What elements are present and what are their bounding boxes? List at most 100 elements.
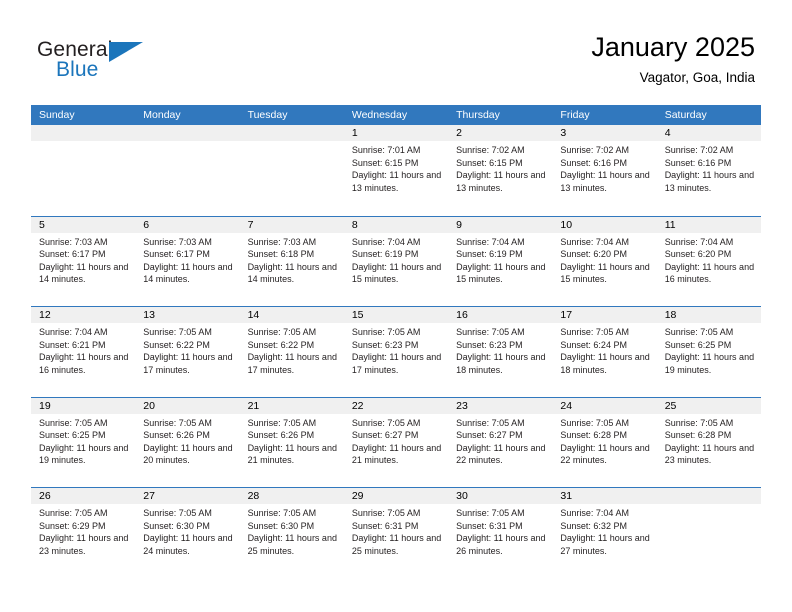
daylight-text: Daylight: 11 hours and 19 minutes. xyxy=(664,352,755,375)
triangle-icon xyxy=(109,42,143,62)
day-details: Sunrise: 7:05 AM Sunset: 6:28 PM Daylight:… xyxy=(657,414,761,467)
calendar-day-cell[interactable]: 25 Sunrise: 7:05 AM Sunset: 6:28 PM Dayligh… xyxy=(656,397,761,487)
daylight-text: Daylight: 11 hours and 23 minutes. xyxy=(664,442,755,466)
calendar-day-cell[interactable]: 21 Sunrise: 7:05 AM Sunset: 6:26 PM Dayligh… xyxy=(239,397,344,487)
calendar-day-cell[interactable]: 31 Sunrise: 7:04 AM Sunset: 6:32 PM Dayligh… xyxy=(552,488,657,578)
daylight-text: Daylight: 11 hours and 21 minutes. xyxy=(351,442,442,466)
sunrise-text: Sunrise: 7:05 AM xyxy=(456,327,525,337)
sunrise-text: Sunrise: 7:05 AM xyxy=(351,417,421,428)
page-title: January 2025 xyxy=(591,32,755,62)
calendar-day-cell[interactable]: 19 Sunrise: 7:05 AM Sunset: 6:25 PM Dayligh… xyxy=(31,397,136,487)
sunrise-text: Sunrise: 7:05 AM xyxy=(247,417,317,428)
calendar-day-cell[interactable]: 29 Sunrise: 7:05 AM Sunset: 6:31 PM Dayligh… xyxy=(343,488,449,578)
daylight-text: Daylight: 11 hours and 27 minutes. xyxy=(560,533,650,556)
day-number: 8 xyxy=(343,216,449,233)
calendar-day-cell[interactable]: 30 Sunrise: 7:05 AM Sunset: 6:31 PM Dayligh… xyxy=(448,488,553,578)
calendar-day-cell[interactable]: 22 Sunrise: 7:05 AM Sunset: 6:27 PM Dayligh… xyxy=(343,397,449,487)
weekday-header-wednesday: Wednesday xyxy=(351,109,408,121)
sunrise-text: Sunrise: 7:03 AM xyxy=(39,236,108,247)
calendar-day-cell[interactable]: 6 Sunrise: 7:03 AM Sunset: 6:17 PM Daylight… xyxy=(135,216,240,306)
calendar-day-cell[interactable]: 10 Sunrise: 7:04 AM Sunset: 6:20 PM Dayligh… xyxy=(552,216,657,306)
calendar-day-cell[interactable]: 24 Sunrise: 7:05 AM Sunset: 6:28 PM Dayligh… xyxy=(552,397,657,487)
day-details: Sunrise: 7:05 AM Sunset: 6:31 PM Daylight:… xyxy=(448,504,552,557)
calendar-day-cell[interactable]: 18 Sunrise: 7:05 AM Sunset: 6:25 PM Dayligh… xyxy=(656,307,761,397)
calendar-day-cell[interactable]: 16 Sunrise: 7:05 AM Sunset: 6:23 PM Dayligh… xyxy=(448,307,553,397)
sunrise-text: Sunrise: 7:01 AM xyxy=(351,145,421,155)
sunset-text: Sunset: 6:30 PM xyxy=(143,520,210,531)
weekday-header-friday: Friday xyxy=(560,109,590,121)
sunset-text: Sunset: 6:29 PM xyxy=(39,520,106,531)
day-number: 4 xyxy=(656,125,761,141)
day-number: 29 xyxy=(343,488,449,504)
calendar-day-cell[interactable]: 15 Sunrise: 7:05 AM Sunset: 6:23 PM Dayligh… xyxy=(343,307,449,397)
calendar-day-cell[interactable]: 28 Sunrise: 7:05 AM Sunset: 6:30 PM Dayligh… xyxy=(239,488,344,578)
daylight-text: Daylight: 11 hours and 25 minutes. xyxy=(247,533,337,556)
day-number: 5 xyxy=(31,216,136,233)
calendar-day-cell[interactable]: 3 Sunrise: 7:02 AM Sunset: 6:16 PM Daylight… xyxy=(552,125,657,216)
day-details: Sunrise: 7:05 AM Sunset: 6:30 PM Daylight:… xyxy=(240,504,344,557)
daylight-text: Daylight: 11 hours and 26 minutes. xyxy=(456,533,546,556)
sunset-text: Sunset: 6:22 PM xyxy=(143,339,210,350)
day-number: 16 xyxy=(448,307,553,323)
weekday-header-thursday: Thursday xyxy=(456,109,500,121)
day-details: Sunrise: 7:05 AM Sunset: 6:23 PM Daylight:… xyxy=(344,323,448,376)
calendar-day-cell[interactable]: 9 Sunrise: 7:04 AM Sunset: 6:19 PM Daylight… xyxy=(448,216,553,306)
sunrise-text: Sunrise: 7:05 AM xyxy=(664,327,734,337)
sunrise-text: Sunrise: 7:05 AM xyxy=(143,508,212,518)
calendar-day-cell[interactable]: 1 Sunrise: 7:01 AM Sunset: 6:15 PM Daylight… xyxy=(343,125,449,216)
sunset-text: Sunset: 6:17 PM xyxy=(39,249,106,260)
day-number: 10 xyxy=(552,216,657,233)
sunset-text: Sunset: 6:20 PM xyxy=(664,249,732,260)
sunrise-text: Sunrise: 7:02 AM xyxy=(456,145,525,155)
day-number: 21 xyxy=(239,397,344,414)
sunrise-text: Sunrise: 7:05 AM xyxy=(560,327,629,337)
day-number xyxy=(135,125,240,141)
day-number: 28 xyxy=(239,488,344,504)
page-subtitle: Vagator, Goa, India xyxy=(639,70,755,85)
calendar-day-cell[interactable]: 23 Sunrise: 7:05 AM Sunset: 6:27 PM Dayligh… xyxy=(448,397,553,487)
calendar-day-cell[interactable]: 14 Sunrise: 7:05 AM Sunset: 6:22 PM Dayligh… xyxy=(239,307,344,397)
calendar-day-cell[interactable]: 20 Sunrise: 7:05 AM Sunset: 6:26 PM Dayligh… xyxy=(135,397,240,487)
day-number xyxy=(656,488,761,504)
calendar-day-cell[interactable]: 4 Sunrise: 7:02 AM Sunset: 6:16 PM Daylight… xyxy=(656,125,761,216)
day-details: Sunrise: 7:02 AM Sunset: 6:15 PM Daylight:… xyxy=(448,141,552,194)
weekday-header-row: Sunday Monday Tuesday Wednesday Thursday… xyxy=(31,105,761,125)
daylight-text: Daylight: 11 hours and 13 minutes. xyxy=(560,170,650,193)
sunset-text: Sunset: 6:27 PM xyxy=(351,430,419,441)
sunrise-text: Sunrise: 7:05 AM xyxy=(664,417,734,428)
day-number: 30 xyxy=(448,488,553,504)
sunrise-text: Sunrise: 7:05 AM xyxy=(39,417,108,428)
calendar-day-cell[interactable]: 7 Sunrise: 7:03 AM Sunset: 6:18 PM Daylight… xyxy=(239,216,344,306)
sunset-text: Sunset: 6:24 PM xyxy=(560,339,627,350)
day-details: Sunrise: 7:01 AM Sunset: 6:15 PM Daylight:… xyxy=(344,141,448,194)
daylight-text: Daylight: 11 hours and 17 minutes. xyxy=(351,352,442,375)
weekday-header-saturday: Saturday xyxy=(664,109,707,121)
daylight-text: Daylight: 11 hours and 15 minutes. xyxy=(351,261,442,285)
calendar-day-cell[interactable]: 17 Sunrise: 7:05 AM Sunset: 6:24 PM Dayligh… xyxy=(552,307,657,397)
calendar-day-cell[interactable]: 26 Sunrise: 7:05 AM Sunset: 6:29 PM Dayligh… xyxy=(31,488,136,578)
calendar-page: General Blue January 2025 Vagator, Goa, … xyxy=(0,0,792,612)
calendar-day-cell[interactable]: 11 Sunrise: 7:04 AM Sunset: 6:20 PM Dayligh… xyxy=(656,216,761,306)
day-details: Sunrise: 7:05 AM Sunset: 6:28 PM Daylight:… xyxy=(552,414,656,467)
calendar-day-cell[interactable]: 12 Sunrise: 7:04 AM Sunset: 6:21 PM Dayligh… xyxy=(31,307,136,397)
calendar-day-cell[interactable]: 5 Sunrise: 7:03 AM Sunset: 6:17 PM Daylight… xyxy=(31,216,136,306)
sunset-text: Sunset: 6:19 PM xyxy=(351,249,419,260)
day-details: Sunrise: 7:04 AM Sunset: 6:20 PM Daylight:… xyxy=(552,233,656,286)
day-number xyxy=(239,125,344,141)
sunset-text: Sunset: 6:25 PM xyxy=(39,430,106,441)
daylight-text: Daylight: 11 hours and 14 minutes. xyxy=(247,261,337,285)
day-number: 20 xyxy=(135,397,240,414)
brand-name-blue: Blue xyxy=(56,58,99,81)
calendar-day-cell[interactable]: 8 Sunrise: 7:04 AM Sunset: 6:19 PM Daylight… xyxy=(343,216,449,306)
sunset-text: Sunset: 6:18 PM xyxy=(247,249,315,260)
brand-logo[interactable]: General Blue xyxy=(37,38,157,84)
daylight-text: Daylight: 11 hours and 16 minutes. xyxy=(664,261,755,285)
calendar-day-cell[interactable]: 2 Sunrise: 7:02 AM Sunset: 6:15 PM Daylight… xyxy=(448,125,553,216)
day-number: 15 xyxy=(343,307,449,323)
calendar-day-cell[interactable]: 13 Sunrise: 7:05 AM Sunset: 6:22 PM Dayligh… xyxy=(135,307,240,397)
sunset-text: Sunset: 6:23 PM xyxy=(456,339,523,350)
day-details: Sunrise: 7:05 AM Sunset: 6:23 PM Daylight:… xyxy=(448,323,552,376)
day-details: Sunrise: 7:05 AM Sunset: 6:24 PM Daylight:… xyxy=(552,323,656,376)
calendar-day-cell[interactable]: 27 Sunrise: 7:05 AM Sunset: 6:30 PM Dayligh… xyxy=(135,488,240,578)
sunrise-text: Sunrise: 7:04 AM xyxy=(560,508,629,518)
